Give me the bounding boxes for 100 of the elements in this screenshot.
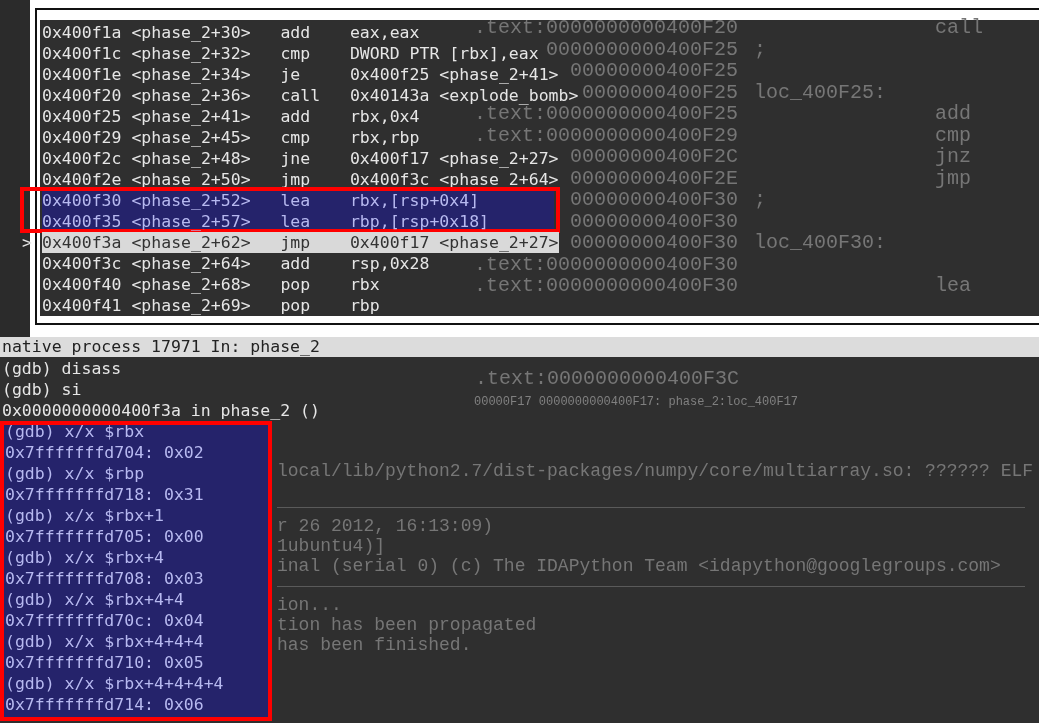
instruction-operands: 0x400f25 <phase_2+41> bbox=[349, 63, 559, 85]
instruction-address: 0x400f2e bbox=[42, 168, 123, 190]
listing-address: 0000000000400F25 bbox=[545, 37, 738, 61]
output-line: tion has been propagated bbox=[277, 615, 538, 636]
instruction-symbol: <phase_2+68> bbox=[131, 273, 252, 295]
output-line: 1ubuntu4)] bbox=[277, 537, 387, 557]
instruction-operands: 0x400f17 <phase_2+27> bbox=[349, 231, 559, 253]
listing-label: ; bbox=[754, 188, 766, 211]
instruction-symbol: <phase_2+52> bbox=[131, 189, 252, 211]
instruction-operands: rbx bbox=[349, 273, 380, 295]
instruction-address: 0x400f2c bbox=[42, 147, 123, 169]
listing-mnemonic: jmp bbox=[935, 167, 972, 189]
instruction-symbol: <phase_2+36> bbox=[131, 84, 252, 106]
console-line: 0x7fffffffd70c: 0x04 bbox=[5, 611, 204, 630]
console-line: (gdb) x/x $rbx+4+4+4+4 bbox=[5, 674, 224, 693]
instruction-mnemonic: call bbox=[280, 84, 322, 106]
listing-address: 00000000400F25 bbox=[569, 59, 738, 82]
instruction-operands: rbx,0x4 bbox=[349, 105, 420, 127]
instruction-address: 0x400f29 bbox=[42, 126, 123, 148]
instruction-symbol: <phase_2+64> bbox=[131, 252, 252, 274]
instruction-operands: rbp,[rsp+0x18] bbox=[349, 210, 489, 232]
listing-label: loc_400F25: bbox=[754, 80, 887, 104]
listing-mnemonic: cmp bbox=[935, 124, 972, 146]
console-line: 0x7fffffffd704: 0x02 bbox=[5, 443, 204, 462]
console-line: 0x7fffffffd714: 0x06 bbox=[5, 695, 204, 714]
listing-position: .text:0000000000400F3C bbox=[475, 368, 740, 390]
listing-mnemonic: jnz bbox=[935, 146, 972, 168]
instruction-mnemonic: jne bbox=[280, 147, 312, 169]
listing-address: 0000000400F25 bbox=[581, 80, 738, 104]
instruction-operands: 0x400f3c <phase_2+64> bbox=[349, 168, 559, 190]
console-line: 0x0000000000400f3a in phase_2 () bbox=[2, 401, 320, 420]
instruction-operands: rsp,0x28 bbox=[349, 252, 430, 274]
instruction-symbol: <phase_2+30> bbox=[131, 21, 252, 43]
output-line: ion... bbox=[277, 596, 343, 616]
console-line: 0x7fffffffd708: 0x03 bbox=[5, 569, 204, 588]
instruction-mnemonic: cmp bbox=[280, 42, 312, 64]
instruction-address: 0x400f41 bbox=[42, 294, 123, 316]
instruction-operands: DWORD PTR [rbx],eax bbox=[349, 42, 539, 64]
listing-address: 00000000400F2E bbox=[569, 166, 738, 190]
instruction-address: 0x400f25 bbox=[42, 105, 123, 127]
instruction-operands: rbx,rbp bbox=[349, 126, 420, 148]
console-line: (gdb) x/x $rbx bbox=[5, 422, 145, 441]
console-line: (gdb) x/x $rbx+4+4+4 bbox=[5, 632, 204, 651]
console-line: 0x7fffffffd710: 0x05 bbox=[5, 653, 204, 672]
instruction-symbol: <phase_2+69> bbox=[131, 294, 252, 316]
instruction-mnemonic: lea bbox=[280, 189, 312, 211]
instruction-symbol: <phase_2+34> bbox=[131, 63, 252, 85]
listing-address: 00000000400F30 bbox=[569, 231, 738, 254]
instruction-symbol: <phase_2+41> bbox=[131, 105, 252, 127]
listing-label: loc_400F30: bbox=[754, 231, 887, 254]
listing-address: .text:0000000000400F29 bbox=[473, 123, 738, 147]
output-line: inal (serial 0) (c) The IDAPython Team <idapython@googlegroups.com> bbox=[277, 556, 1002, 577]
instruction-mnemonic: add bbox=[280, 21, 312, 43]
instruction-mnemonic: add bbox=[280, 252, 312, 274]
listing-label: ; bbox=[754, 37, 766, 61]
output-line: r 26 2012, 16:13:09) bbox=[277, 517, 495, 538]
listing-address: 00000000400F30 bbox=[569, 188, 738, 211]
listing-address: .text:0000000000400F25 bbox=[473, 102, 738, 125]
instruction-symbol: <phase_2+32> bbox=[131, 42, 252, 64]
console-line: (gdb) si bbox=[2, 380, 82, 399]
console-line: (gdb) x/x $rbx+4+4 bbox=[5, 590, 184, 609]
console-line: 0x7fffffffd705: 0x00 bbox=[5, 527, 204, 546]
instruction-symbol: <phase_2+45> bbox=[131, 126, 252, 148]
instruction-operands: 0x40143a <explode_bomb> bbox=[349, 84, 579, 105]
listing-mnemonic: add bbox=[935, 103, 972, 125]
output-line: has been finished. bbox=[277, 635, 473, 656]
console-line: 0x7fffffffd718: 0x31 bbox=[5, 485, 204, 504]
instruction-operands: eax,eax bbox=[349, 21, 420, 43]
instruction-symbol: <phase_2+48> bbox=[131, 147, 252, 169]
listing-address: 00000000400F2C bbox=[569, 145, 738, 168]
instruction-symbol: <phase_2+57> bbox=[131, 210, 252, 232]
instruction-address: 0x400f1c bbox=[42, 42, 123, 64]
location-line: 00000F17 0000000000400F17: phase_2:loc_400F17 bbox=[474, 396, 799, 409]
instruction-symbol: <phase_2+62> bbox=[131, 231, 252, 253]
instruction-address: 0x400f40 bbox=[42, 273, 123, 295]
instruction-address: 0x400f1a bbox=[42, 21, 123, 43]
listing-address: .text:0000000000400F30 bbox=[473, 274, 738, 297]
instruction-mnemonic: add bbox=[280, 105, 312, 127]
instruction-mnemonic: pop bbox=[280, 273, 312, 295]
instruction-mnemonic: lea bbox=[280, 210, 312, 232]
console-line: (gdb) x/x $rbx+1 bbox=[5, 506, 164, 525]
status-bar: native process 17971 In: phase_2 bbox=[0, 337, 1039, 357]
instruction-operands: rbp bbox=[349, 294, 380, 316]
listing-mnemonic: call bbox=[935, 17, 983, 39]
listing-mnemonic: lea bbox=[935, 275, 972, 297]
instruction-symbol: <phase_2+50> bbox=[131, 168, 252, 190]
instruction-operands: 0x400f17 <phase_2+27> bbox=[349, 147, 559, 169]
instruction-address: 0x400f3c bbox=[42, 252, 123, 274]
console-line: (gdb) x/x $rbx+4 bbox=[5, 548, 164, 567]
instruction-mnemonic: je bbox=[280, 63, 302, 85]
listing-address: 00000000400F30 bbox=[569, 209, 738, 233]
instruction-address: 0x400f1e bbox=[42, 63, 123, 85]
instruction-address: 0x400f30 bbox=[42, 189, 123, 211]
instruction-mnemonic: pop bbox=[280, 294, 312, 316]
console-line: (gdb) disass bbox=[2, 359, 122, 378]
listing-address: .text:0000000000400F30 bbox=[473, 252, 738, 276]
instruction-mnemonic: cmp bbox=[280, 126, 312, 148]
listing-address: .text:0000000000400F20 bbox=[473, 16, 738, 39]
instruction-operands: rbx,[rsp+0x4] bbox=[349, 189, 480, 211]
instruction-address: 0x400f20 bbox=[42, 84, 123, 106]
